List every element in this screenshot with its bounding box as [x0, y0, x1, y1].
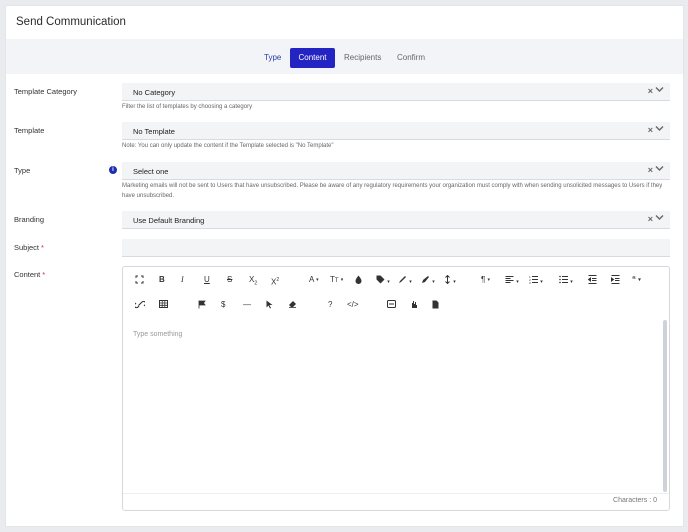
- paragraph-icon[interactable]: ¶ ▾: [481, 275, 490, 285]
- type-help: Marketing emails will not be sent to Use…: [122, 183, 663, 199]
- line-height-icon[interactable]: ▾: [444, 274, 456, 285]
- template-category-value: No Category: [133, 88, 176, 97]
- document-icon[interactable]: [432, 300, 439, 310]
- highlight-icon[interactable]: ▾: [398, 275, 412, 285]
- clear-icon[interactable]: ×: [648, 86, 653, 96]
- template-help: Note: You can only update the content if…: [122, 143, 334, 149]
- required-marker: *: [41, 243, 44, 252]
- type-select[interactable]: Select one ×: [122, 162, 670, 180]
- font-family-icon[interactable]: A ▾: [309, 275, 319, 285]
- underline-icon[interactable]: U: [204, 275, 210, 285]
- branding-select[interactable]: Use Default Branding ×: [122, 211, 670, 229]
- content-placeholder: Type something: [133, 331, 183, 338]
- outdent-icon[interactable]: [587, 275, 597, 285]
- unordered-list-icon[interactable]: ▾: [559, 275, 573, 285]
- content-textarea[interactable]: Type something: [123, 319, 663, 492]
- superscript-icon[interactable]: X2: [271, 275, 279, 287]
- step-type[interactable]: Type: [264, 48, 281, 68]
- subscript-icon[interactable]: X2: [249, 275, 257, 287]
- content-label: Content *: [14, 270, 45, 279]
- clear-icon[interactable]: ×: [648, 165, 653, 175]
- merge-field-icon[interactable]: [387, 300, 396, 310]
- code-view-icon[interactable]: </>: [347, 300, 359, 310]
- dollar-icon[interactable]: $: [221, 300, 225, 310]
- type-label: Type: [14, 166, 31, 175]
- indent-icon[interactable]: [611, 275, 620, 285]
- chevron-down-icon[interactable]: [655, 86, 664, 95]
- subject-label-text: Subject: [14, 243, 40, 252]
- rich-text-editor: B I U S X2 X2 A ▾ TT ▾ ▾ ▾ ▾ ▾ ¶ ▾ ▾ 123…: [122, 266, 670, 511]
- branding-label: Branding: [14, 215, 45, 224]
- template-select[interactable]: No Template ×: [122, 122, 670, 140]
- italic-icon[interactable]: I: [181, 275, 184, 285]
- help-icon[interactable]: ?: [328, 300, 332, 310]
- clear-icon[interactable]: ×: [648, 214, 653, 224]
- template-label: Template: [14, 126, 45, 135]
- table-icon[interactable]: [159, 300, 168, 310]
- horizontal-rule-icon[interactable]: —: [243, 300, 251, 310]
- emoji-icon[interactable]: [410, 300, 418, 310]
- eraser-icon[interactable]: [288, 300, 297, 310]
- content-label-text: Content: [14, 270, 41, 279]
- send-communication-panel: Send Communication Type Content Recipien…: [5, 5, 684, 527]
- flag-icon[interactable]: [198, 300, 206, 310]
- cursor-icon[interactable]: [266, 300, 273, 310]
- pen-icon[interactable]: ▾: [421, 275, 435, 285]
- editor-scrollbar[interactable]: [663, 320, 667, 492]
- step-content[interactable]: Content: [290, 48, 335, 68]
- font-size-icon[interactable]: TT ▾: [330, 275, 343, 285]
- ordered-list-icon[interactable]: 123 ▾: [529, 275, 543, 285]
- svg-text:3: 3: [529, 281, 531, 284]
- link-icon[interactable]: [133, 300, 147, 310]
- quote-icon[interactable]: “ ▾: [632, 275, 641, 285]
- template-category-label: Template Category: [14, 87, 77, 96]
- step-recipients[interactable]: Recipients: [344, 48, 381, 68]
- required-marker: *: [42, 270, 46, 279]
- clear-icon[interactable]: ×: [648, 125, 653, 135]
- chevron-down-icon[interactable]: [655, 214, 664, 223]
- bold-icon[interactable]: B: [159, 275, 165, 285]
- branding-value: Use Default Branding: [133, 216, 205, 225]
- chevron-down-icon[interactable]: [655, 125, 664, 134]
- type-value: Select one: [133, 167, 169, 176]
- step-navigation: Type Content Recipients Confirm: [6, 39, 683, 74]
- fullscreen-icon[interactable]: [135, 275, 144, 285]
- page-title: Send Communication: [16, 16, 126, 28]
- template-value: No Template: [133, 127, 175, 136]
- step-confirm[interactable]: Confirm: [397, 48, 425, 68]
- color-icon[interactable]: [355, 275, 362, 285]
- template-category-help: Filter the list of templates by choosing…: [122, 104, 253, 110]
- subject-label: Subject *: [14, 243, 44, 252]
- tag-icon[interactable]: ▾: [376, 275, 390, 285]
- character-count: Characters : 0: [613, 497, 657, 504]
- editor-footer-divider: [123, 493, 669, 494]
- chevron-down-icon[interactable]: [655, 165, 664, 174]
- subject-input[interactable]: [122, 239, 670, 257]
- align-icon[interactable]: ▾: [505, 275, 519, 285]
- strikethrough-icon[interactable]: S: [227, 275, 232, 285]
- template-category-select[interactable]: No Category ×: [122, 83, 670, 101]
- info-icon[interactable]: i: [109, 166, 117, 174]
